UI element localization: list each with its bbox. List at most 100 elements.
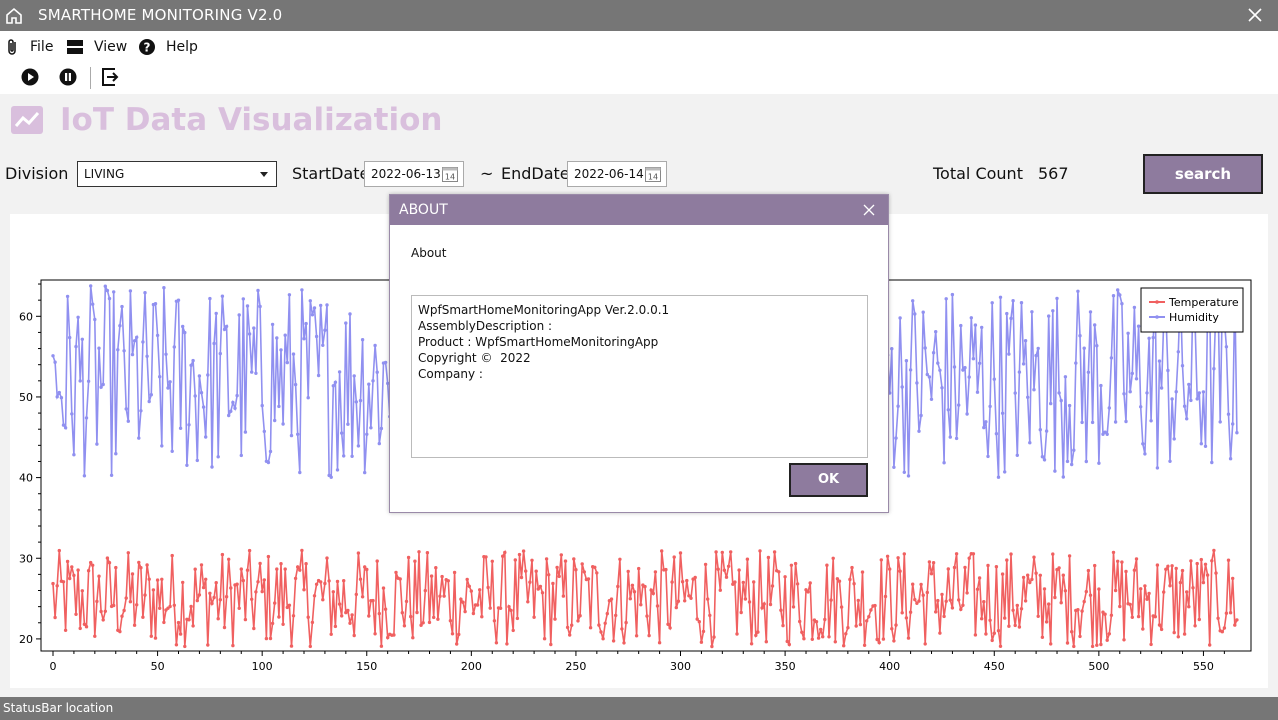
start-date-picker[interactable]: 2022-06-13 14: [364, 161, 464, 187]
data-point: [1099, 642, 1103, 647]
search-button[interactable]: search: [1143, 154, 1263, 194]
data-point: [214, 311, 218, 316]
data-point: [1132, 568, 1137, 572]
data-point: [381, 586, 386, 590]
data-point: [1013, 391, 1017, 395]
data-point: [689, 596, 693, 600]
data-point: [289, 644, 294, 648]
data-point: [973, 633, 978, 637]
data-point: [611, 639, 616, 643]
data-point: [170, 553, 174, 558]
data-point: [266, 554, 271, 559]
data-point: [892, 465, 896, 469]
data-point: [237, 313, 241, 317]
data-point: [342, 579, 346, 583]
data-point: [1220, 630, 1225, 634]
data-point: [1224, 611, 1229, 615]
data-point: [191, 624, 195, 628]
data-point: [670, 580, 674, 584]
data-point: [1095, 344, 1099, 348]
data-point: [298, 568, 302, 572]
data-point: [764, 640, 768, 644]
data-point: [599, 630, 603, 634]
about-textbox[interactable]: WpfSmartHomeMonitoringApp Ver.2.0.0.1 As…: [411, 295, 868, 458]
data-point: [980, 325, 984, 330]
data-point: [1222, 626, 1227, 630]
data-point: [540, 591, 545, 595]
data-point: [1174, 566, 1178, 571]
data-point: [135, 603, 139, 607]
data-point: [59, 396, 64, 400]
data-point: [624, 620, 628, 625]
division-label: Division: [5, 164, 69, 183]
close-icon[interactable]: [1246, 6, 1264, 24]
data-point: [268, 636, 273, 641]
division-select[interactable]: LIVING: [77, 161, 277, 187]
data-point: [986, 563, 990, 568]
data-point: [400, 611, 404, 615]
data-point: [1032, 388, 1036, 392]
data-point: [1139, 587, 1143, 591]
data-point: [283, 567, 287, 571]
data-point: [130, 572, 135, 576]
data-point: [436, 617, 440, 621]
y-tick-label: 40: [19, 472, 33, 485]
data-point: [710, 644, 714, 649]
data-point: [181, 324, 185, 329]
data-point: [61, 580, 66, 584]
data-point: [1226, 558, 1231, 562]
data-point: [1028, 441, 1032, 445]
menu-help[interactable]: ? Help: [138, 37, 198, 57]
data-point: [252, 326, 256, 330]
menu-file[interactable]: File: [6, 37, 53, 57]
data-point: [668, 626, 672, 630]
data-point: [961, 603, 965, 607]
status-bar: StatusBar location: [0, 697, 1278, 720]
data-point: [890, 627, 894, 631]
data-point: [231, 400, 235, 405]
pause-icon[interactable]: [58, 67, 78, 87]
ok-button[interactable]: OK: [789, 463, 868, 497]
data-point: [409, 614, 413, 619]
data-point: [321, 343, 325, 347]
data-point: [1009, 316, 1013, 321]
data-point: [1185, 590, 1189, 594]
play-icon[interactable]: [20, 67, 40, 87]
data-point: [323, 581, 327, 586]
data-point: [894, 623, 898, 627]
data-point: [990, 638, 994, 643]
home-icon[interactable]: [5, 7, 23, 25]
data-point: [204, 577, 208, 581]
data-point: [1090, 644, 1095, 649]
data-point: [795, 582, 800, 586]
data-point: [337, 370, 342, 374]
data-point: [1170, 397, 1174, 401]
data-point: [921, 310, 925, 314]
data-point: [984, 632, 988, 636]
data-point: [934, 610, 938, 614]
data-point: [741, 580, 745, 585]
data-point: [701, 629, 706, 634]
end-date-picker[interactable]: 2022-06-14 14: [567, 161, 667, 187]
data-point: [1088, 593, 1093, 597]
calendar-icon[interactable]: 14: [644, 165, 662, 183]
data-point: [950, 606, 955, 610]
data-point: [917, 429, 921, 433]
menu-view[interactable]: View: [66, 37, 127, 57]
data-point: [423, 588, 427, 593]
legend: [1140, 287, 1244, 333]
close-icon[interactable]: [862, 203, 876, 217]
data-point: [1143, 452, 1147, 456]
data-point: [693, 575, 697, 580]
data-point: [559, 553, 563, 557]
data-point: [708, 613, 712, 618]
x-tick-label: 550: [1193, 660, 1214, 673]
question-icon: ?: [139, 39, 155, 55]
data-point: [218, 351, 222, 356]
data-point: [1080, 420, 1084, 425]
calendar-icon[interactable]: 14: [441, 165, 459, 183]
data-point: [580, 562, 584, 566]
x-tick-label: 300: [670, 660, 691, 673]
exit-icon[interactable]: [101, 67, 121, 87]
data-point: [53, 615, 57, 620]
